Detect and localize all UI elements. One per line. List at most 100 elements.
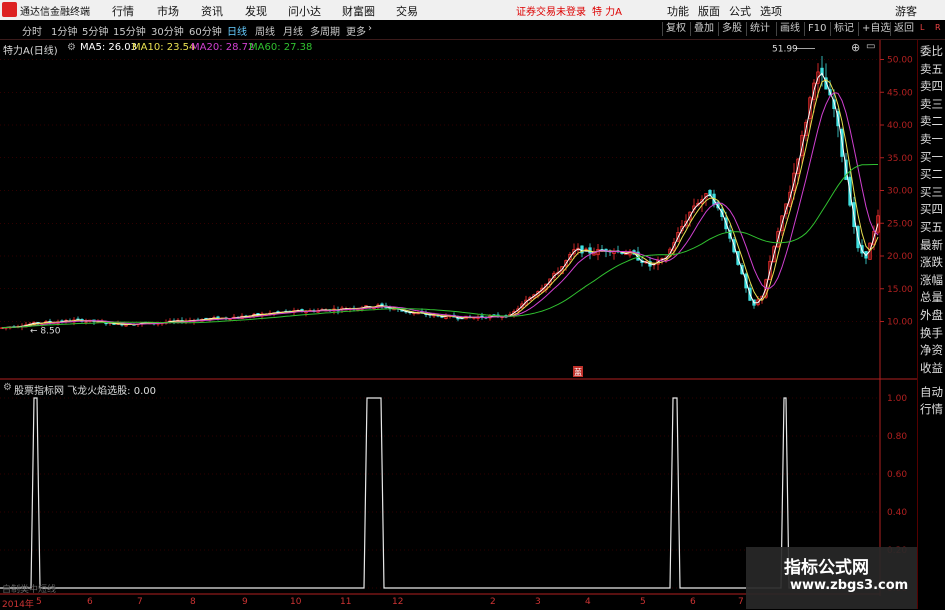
price-tick-label: 45.00: [887, 88, 913, 98]
period-15min[interactable]: 15分钟: [113, 23, 146, 38]
price-tick-label: 50.00: [887, 56, 913, 66]
ma-line-2: [1, 92, 879, 329]
quote-field-label: 外盘: [920, 308, 943, 322]
panel-header-l: L: [920, 23, 925, 32]
date-tick-label: 4: [585, 597, 591, 607]
period-weekly[interactable]: 周线: [255, 23, 275, 38]
high-price-label: 51.99: [772, 44, 798, 54]
quote-field-label: 卖一: [920, 132, 943, 146]
price-tick-label: 30.00: [887, 187, 913, 197]
period-60min[interactable]: 60分钟: [189, 23, 222, 38]
period-intraday[interactable]: 分时: [22, 23, 42, 38]
auto-quote-toggle[interactable]: 自动: [920, 385, 945, 400]
date-tick-label: 7: [137, 597, 143, 607]
login-notice[interactable]: 证券交易未登录: [516, 3, 586, 18]
quote-field-label: 涨跌: [920, 255, 943, 270]
price-tick-label: 15.00: [887, 285, 913, 295]
menu-item-function[interactable]: 功能: [667, 3, 689, 19]
price-tick-label: 20.00: [887, 252, 913, 262]
chart-canvas[interactable]: 50.00 45.00 40.00 35.00 30.00 25.00 20.00 15.00…: [0, 40, 917, 596]
button-overlay[interactable]: 叠加: [690, 22, 717, 36]
button-f10[interactable]: F10: [804, 22, 829, 36]
period-daily[interactable]: 日线: [227, 23, 247, 38]
date-tick-label: 2: [490, 597, 496, 607]
user-guest[interactable]: 游客: [895, 3, 917, 19]
chart-axes: 50.00 45.00 40.00 35.00 30.00 25.00 20.00 15.00…: [30, 44, 913, 594]
quote-field-label: 卖二: [920, 114, 943, 129]
quote-field-label: 买一: [920, 149, 943, 164]
button-add-watchlist[interactable]: +自选: [858, 22, 893, 36]
panel-header-r: R: [935, 23, 941, 32]
button-stats[interactable]: 统计: [746, 22, 773, 36]
menu-item-markets[interactable]: 市场: [157, 3, 179, 19]
event-marker-label: 蒕: [574, 367, 582, 377]
menu-item-news[interactable]: 资讯: [201, 3, 223, 19]
menu-item-trade[interactable]: 交易: [396, 3, 418, 19]
quote-field-label: 涨幅: [920, 272, 943, 287]
price-tick-label: 25.00: [887, 219, 913, 229]
quote-field-label: 总量: [920, 290, 943, 305]
chevron-right-icon[interactable]: ›: [368, 23, 372, 34]
date-tick-label: 6: [690, 597, 696, 607]
date-tick-label: 11: [340, 597, 352, 607]
price-tick-label: 35.00: [887, 154, 913, 164]
indicator-note: 自制类中短线: [2, 585, 57, 595]
period-monthly[interactable]: 月线: [283, 23, 303, 38]
site-watermark: 指标公式网 www.zbgs3.com: [746, 547, 917, 609]
auto-quote-toggle[interactable]: 行情: [920, 402, 945, 417]
menu-item-market[interactable]: 行情: [112, 3, 134, 19]
candlestick-series: [0, 55, 880, 331]
ma-lines: [1, 72, 879, 329]
indicator-tick-label: 0.60: [887, 470, 907, 480]
quote-field-label: 最新: [920, 237, 943, 252]
quote-side-panel: 委比 卖五 卖四 卖三 卖二 卖一 买一 买二 买三 买四 买五 最新 涨跌 涨幅 总量 外盘 换手 净资 收益 自动…: [917, 40, 945, 609]
date-tick-label: 3: [535, 597, 541, 607]
quote-field-label: 卖三: [920, 96, 943, 111]
quote-field-label: 卖四: [920, 79, 943, 94]
ma-line-1: [1, 79, 879, 329]
button-mark[interactable]: 标记: [830, 22, 857, 36]
quote-field-label: 委比: [920, 44, 943, 58]
quote-field-label: 买五: [920, 220, 943, 234]
button-adjust[interactable]: 复权: [662, 22, 689, 36]
date-tick-label: 10: [290, 597, 302, 607]
indicator-tick-label: 1.00: [887, 394, 907, 404]
menu-item-layout[interactable]: 版面: [698, 3, 720, 19]
date-tick-label: 6: [87, 597, 93, 607]
indicator-settings-icon[interactable]: ⚙: [3, 382, 12, 393]
quote-field-label: 卖五: [920, 61, 943, 76]
date-tick-label: 7: [738, 597, 744, 607]
quote-field-label: 买二: [920, 167, 943, 182]
date-tick-label: 2014年: [2, 600, 34, 610]
ma-line-0: [1, 72, 879, 329]
indicator-label: 股票指标网 飞龙火焰选股: 0.00: [14, 386, 156, 397]
date-tick-label: 5: [36, 597, 42, 607]
period-more[interactable]: 更多: [346, 23, 366, 38]
period-multi[interactable]: 多周期: [310, 23, 340, 38]
menu-item-discover[interactable]: 发现: [245, 3, 267, 19]
price-tick-label: 40.00: [887, 121, 913, 131]
button-draw[interactable]: 画线: [776, 22, 803, 36]
indicator-tick-label: 0.80: [887, 432, 907, 442]
menu-item-options[interactable]: 选项: [760, 3, 782, 19]
quote-field-label: 买四: [920, 202, 943, 217]
menu-item-formula[interactable]: 公式: [729, 3, 751, 19]
panel-header: L R: [920, 24, 941, 32]
menu-item-ask[interactable]: 问小达: [288, 3, 321, 19]
date-tick-label: 8: [190, 597, 196, 607]
date-tick-label: 9: [242, 597, 248, 607]
watermark-title: 指标公式网: [784, 558, 869, 578]
menu-bar: 通达信金融终端 行情 市场 资讯 发现 问小达 财富圈 交易 证券交易未登录 特…: [0, 0, 945, 20]
button-multi-stock[interactable]: 多股: [718, 22, 745, 36]
period-5min[interactable]: 5分钟: [82, 23, 108, 38]
period-30min[interactable]: 30分钟: [151, 23, 184, 38]
menu-item-wealth[interactable]: 财富圈: [342, 3, 375, 19]
date-tick-label: 12: [392, 597, 404, 607]
button-back[interactable]: 返回: [890, 22, 917, 36]
ma-line-3: [1, 164, 878, 329]
low-price-label: ← 8.50: [30, 326, 61, 336]
period-1min[interactable]: 1分钟: [51, 23, 77, 38]
quote-field-label: 买三: [920, 184, 943, 199]
watermark-url: www.zbgs3.com: [790, 578, 909, 593]
period-toolbar: 分时 1分钟 5分钟 15分钟 30分钟 60分钟 日线 周线 月线 多周期 更…: [0, 20, 945, 40]
